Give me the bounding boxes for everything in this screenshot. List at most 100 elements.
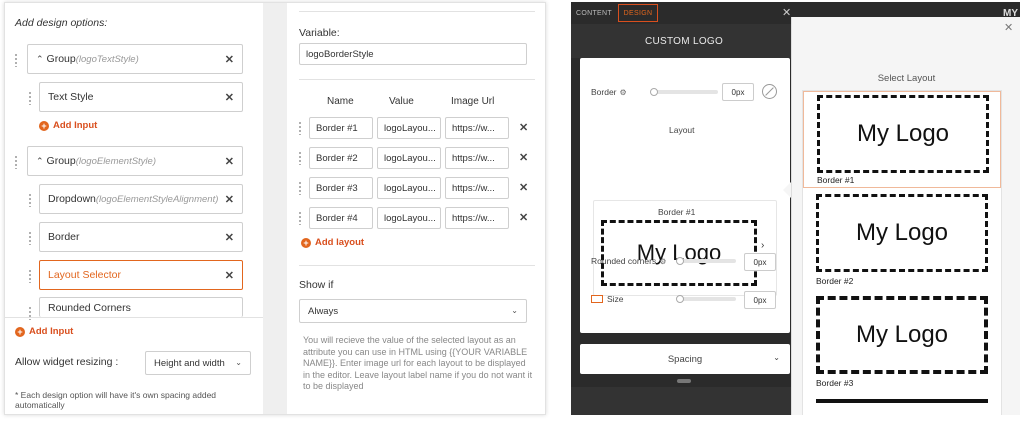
remove-layout-icon[interactable]: ✕ <box>519 211 528 224</box>
option-text-style[interactable]: Text Style ✕ <box>39 82 243 112</box>
layout-name-input[interactable]: Border #1 <box>309 117 373 139</box>
layout-value-input[interactable]: logoLayou... <box>377 177 441 199</box>
show-if-value: Always <box>308 305 339 317</box>
chevron-right-icon[interactable]: › <box>761 240 764 251</box>
border-slider-knob[interactable] <box>650 88 658 96</box>
show-if-select[interactable]: Always ⌄ <box>299 299 527 323</box>
remove-icon[interactable]: ✕ <box>225 231 234 244</box>
gear-icon[interactable]: ⚙ <box>659 257 666 266</box>
layout-option-3[interactable]: My Logo Border #3 <box>803 294 1001 394</box>
remove-icon[interactable]: ✕ <box>225 53 234 66</box>
layout-help-text: You will recieve the value of the select… <box>303 335 533 391</box>
panel-footer <box>571 387 797 415</box>
size-slider-knob[interactable] <box>676 295 684 303</box>
logo-preview: My Logo <box>816 194 988 272</box>
layout-option-2[interactable]: My Logo Border #2 <box>803 192 1001 292</box>
drag-handle-icon[interactable] <box>299 181 303 195</box>
drag-handle-icon[interactable] <box>299 151 303 165</box>
remove-layout-icon[interactable]: ✕ <box>519 151 528 164</box>
remove-icon[interactable]: ✕ <box>225 91 234 104</box>
show-if-label: Show if <box>299 279 334 291</box>
close-icon[interactable]: ✕ <box>782 6 791 19</box>
remove-layout-icon[interactable]: ✕ <box>519 181 528 194</box>
logo-text: My Logo <box>856 120 950 147</box>
popup-title: Select Layout <box>877 73 936 84</box>
remove-icon[interactable]: ✕ <box>225 269 234 282</box>
drag-handle-icon[interactable] <box>29 193 33 207</box>
rounded-slider-track[interactable] <box>678 259 736 263</box>
border-slider-track[interactable] <box>652 90 718 94</box>
layout-name-input[interactable]: Border #4 <box>309 207 373 229</box>
layout-option-caption: Border #2 <box>816 276 854 286</box>
tab-content[interactable]: CONTENT <box>573 4 615 22</box>
variable-input[interactable]: logoBorderStyle <box>299 43 527 65</box>
tab-design[interactable]: DESIGN <box>618 4 658 22</box>
spacing-section[interactable]: Spacing ⌄ <box>580 344 790 374</box>
drag-handle-icon[interactable] <box>299 121 303 135</box>
column-gap <box>263 3 287 414</box>
layout-value-input[interactable]: logoLayou... <box>377 207 441 229</box>
close-icon[interactable]: ✕ <box>1004 21 1013 34</box>
add-input-label: Add Input <box>29 326 74 337</box>
option-variable: (logoElementStyle) <box>75 155 156 167</box>
remove-layout-icon[interactable]: ✕ <box>519 121 528 134</box>
option-layout-selector[interactable]: Layout Selector ✕ <box>39 260 243 290</box>
rounded-px-input[interactable]: 0px <box>744 253 776 271</box>
divider <box>299 11 535 12</box>
size-label-text: Size <box>607 294 624 304</box>
option-rounded-corners[interactable]: Rounded Corners <box>39 297 243 317</box>
rounded-slider-knob[interactable] <box>676 257 684 265</box>
drag-handle-icon[interactable] <box>29 231 33 245</box>
option-group-logo-text-style[interactable]: ⌃ Group (logoTextStyle) ✕ <box>27 44 243 74</box>
layout-image-url-input[interactable]: https://w... <box>445 207 509 229</box>
drag-handle-icon[interactable] <box>15 155 19 169</box>
remove-icon[interactable]: ✕ <box>225 155 234 168</box>
chevron-up-icon[interactable]: ⌃ <box>36 54 44 65</box>
plus-icon: + <box>301 237 311 248</box>
drag-handle-icon[interactable] <box>15 53 19 67</box>
select-layout-popup: ✕ Select Layout My Logo Border #1 My Log… <box>791 17 1020 415</box>
chevron-down-icon: ⌄ <box>511 306 518 315</box>
layout-name-input[interactable]: Border #2 <box>309 147 373 169</box>
layout-value-input[interactable]: logoLayou... <box>377 117 441 139</box>
option-border[interactable]: Border ✕ <box>39 222 243 252</box>
chevron-up-icon[interactable]: ⌃ <box>36 156 44 167</box>
no-border-icon[interactable] <box>762 84 777 99</box>
design-preview-panel: CONTENT DESIGN ✕ MY CUSTOM LOGO Border ⚙… <box>571 2 1020 415</box>
size-slider-track[interactable] <box>678 297 736 301</box>
gear-icon[interactable]: ⚙ <box>620 88 627 97</box>
add-layout-label: Add layout <box>315 237 365 248</box>
add-input-bottom-link[interactable]: + Add Input <box>15 326 73 337</box>
layout-preview-card[interactable]: Border #1 My Logo › <box>593 200 777 296</box>
chevron-down-icon: ⌄ <box>235 358 242 367</box>
layout-option-4[interactable] <box>803 397 1001 415</box>
remove-icon[interactable]: ✕ <box>225 193 234 206</box>
layout-image-url-input[interactable]: https://w... <box>445 147 509 169</box>
option-name: Group <box>46 155 76 167</box>
layout-value-input[interactable]: logoLayou... <box>377 147 441 169</box>
drag-handle-icon[interactable] <box>29 91 33 105</box>
option-name: Dropdown <box>48 193 96 205</box>
spacing-footnote: * Each design option will have it's own … <box>15 390 217 410</box>
resize-select[interactable]: Height and width ⌄ <box>145 351 251 375</box>
size-icon <box>591 295 603 303</box>
resize-handle[interactable] <box>677 379 691 383</box>
option-variable: (logoElementStyleAlignment) <box>95 193 219 205</box>
add-input-link[interactable]: + Add Input <box>39 120 97 131</box>
option-dropdown[interactable]: Dropdown (logoElementStyleAlignment) ✕ <box>39 184 243 214</box>
drag-handle-icon[interactable] <box>29 269 33 283</box>
option-name: Border <box>48 231 80 243</box>
layout-name-input[interactable]: Border #3 <box>309 177 373 199</box>
chevron-down-icon: ⌄ <box>773 353 780 362</box>
column-header-image-url: Image Url <box>451 96 495 107</box>
add-design-options-heading: Add design options: <box>15 17 108 29</box>
option-group-logo-element-style[interactable]: ⌃ Group (logoElementStyle) ✕ <box>27 146 243 176</box>
widget-editor-panel: Add design options: ⌃ Group (logoTextSty… <box>4 2 546 415</box>
layout-option-1[interactable]: My Logo Border #1 <box>803 91 1001 188</box>
drag-handle-icon[interactable] <box>299 211 303 225</box>
border-px-input[interactable]: 0px <box>722 83 754 101</box>
add-layout-link[interactable]: + Add layout <box>301 237 364 248</box>
layout-image-url-input[interactable]: https://w... <box>445 177 509 199</box>
layout-image-url-input[interactable]: https://w... <box>445 117 509 139</box>
size-px-input[interactable]: 0px <box>744 291 776 309</box>
